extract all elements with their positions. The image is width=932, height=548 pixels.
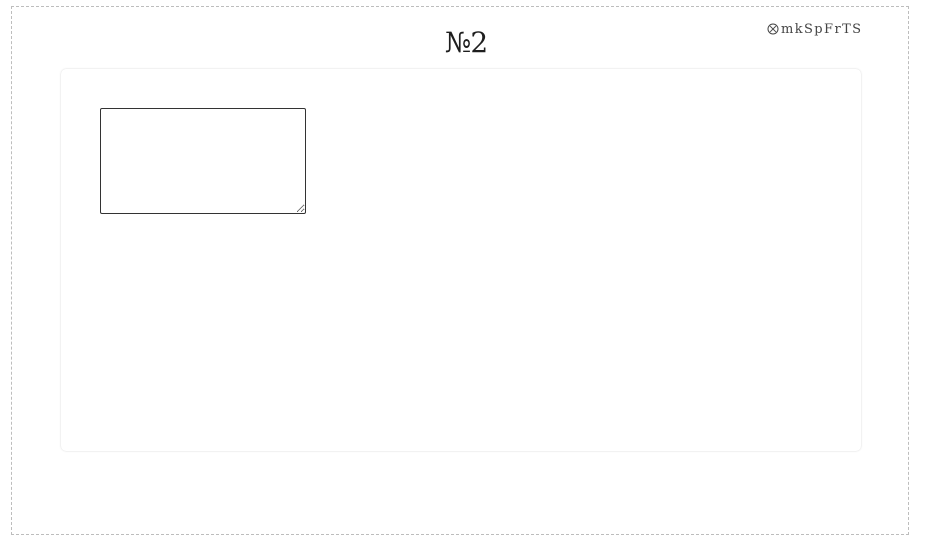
circled-x-icon bbox=[767, 23, 779, 35]
corner-label: mkSpFrTS bbox=[767, 20, 862, 38]
corner-label-text: mkSpFrTS bbox=[781, 21, 863, 37]
content-panel bbox=[61, 69, 861, 451]
text-area[interactable] bbox=[100, 108, 306, 214]
